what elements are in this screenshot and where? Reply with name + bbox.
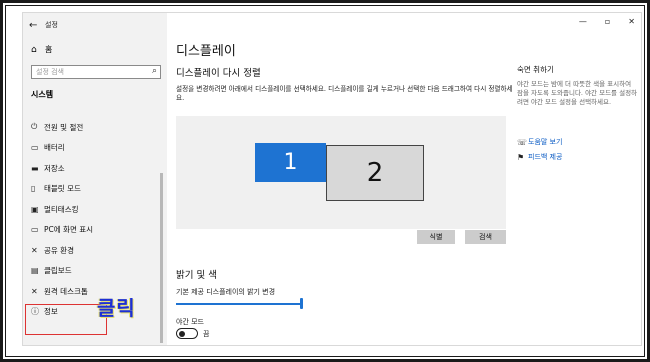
main-content: — ▫ ✕ 디스플레이 디스플레이 다시 정렬 설정을 변경하려면 아래에서 디… (167, 13, 643, 345)
sidebar-item-label: 클립보드 (44, 266, 72, 276)
related-title: 숙면 취하기 (517, 65, 554, 74)
sidebar: ← 설정 ⌂ 홈 설정 검색 ⌕ 시스템 ⏻ 전원 및 절전 ▭ 배터리 ▬ 저… (23, 13, 167, 345)
related-description: 야간 모드는 밤에 더 따뜻한 색을 표시하여 잠을 자도록 도와줍니다. 야간… (517, 80, 638, 107)
projecting-icon: ▭ (31, 225, 39, 235)
remote-desktop-icon: ✕ (31, 286, 38, 296)
sidebar-item-shared[interactable]: ✕ 공유 환경 (31, 240, 161, 261)
night-light-toggle[interactable] (176, 328, 198, 339)
sidebar-scrollbar[interactable] (160, 173, 163, 343)
sidebar-item-storage[interactable]: ▬ 저장소 (31, 158, 161, 179)
close-icon[interactable]: ✕ (628, 17, 635, 26)
settings-window: ← 설정 ⌂ 홈 설정 검색 ⌕ 시스템 ⏻ 전원 및 절전 ▭ 배터리 ▬ 저… (22, 12, 642, 346)
search-placeholder: 설정 검색 (36, 68, 64, 76)
multitasking-icon: ▣ (31, 204, 39, 214)
sidebar-item-label: 공유 환경 (44, 245, 74, 255)
sidebar-item-power[interactable]: ⏻ 전원 및 절전 (31, 117, 161, 138)
nav-list: ⏻ 전원 및 절전 ▭ 배터리 ▬ 저장소 ▯ 태블릿 모드 ▣ 멀티태스킹 ▭… (31, 117, 161, 322)
feedback-icon: ⚑ (517, 152, 525, 162)
sidebar-item-label: 저장소 (44, 163, 65, 173)
detect-button[interactable]: 검색 (465, 230, 506, 244)
titlebar: ← 설정 (29, 18, 58, 32)
brightness-label: 기본 제공 디스플레이의 밝기 변경 (176, 288, 276, 296)
sidebar-item-tablet[interactable]: ▯ 태블릿 모드 (31, 179, 161, 200)
maximize-icon[interactable]: ▫ (605, 17, 610, 26)
rearrange-description: 설정을 변경하려면 아래에서 디스플레이를 선택하세요. 디스플레이를 길게 누… (176, 85, 513, 103)
monitor-1[interactable]: 1 (255, 143, 326, 182)
window-title: 설정 (45, 21, 58, 29)
brightness-slider-thumb[interactable] (300, 298, 303, 309)
sidebar-item-label: 멀티태스킹 (44, 204, 79, 214)
sidebar-item-label: 전원 및 절전 (44, 122, 84, 132)
sidebar-item-label: 태블릿 모드 (44, 184, 81, 194)
clipboard-icon: ▤ (31, 266, 39, 276)
sidebar-item-clipboard[interactable]: ▤ 클립보드 (31, 261, 161, 282)
minimize-icon[interactable]: — (579, 17, 587, 26)
night-light-state: 끔 (203, 330, 210, 338)
toggle-knob (179, 330, 185, 337)
sidebar-item-label: PC에 화면 표시 (44, 225, 94, 235)
tablet-icon: ▯ (31, 184, 36, 194)
related-panel: 숙면 취하기 야간 모드는 밤에 더 따뜻한 색을 표시하여 잠을 자도록 도와… (517, 64, 639, 108)
annotation-highlight-box (25, 304, 107, 335)
brightness-section-title: 밝기 및 색 (176, 270, 217, 281)
search-icon: ⌕ (151, 66, 157, 76)
feedback-link[interactable]: ⚑ 피드백 제공 (517, 152, 562, 162)
battery-icon: ▭ (31, 143, 39, 153)
storage-icon: ▬ (31, 163, 39, 173)
back-arrow-icon[interactable]: ← (29, 20, 45, 31)
monitor-2[interactable]: 2 (326, 145, 424, 201)
annotation-click-label: 클릭 (97, 296, 136, 320)
section-title: 시스템 (31, 90, 54, 99)
sidebar-item-label: 배터리 (44, 143, 65, 153)
shared-experiences-icon: ✕ (31, 245, 38, 255)
help-label: 도움말 보기 (528, 138, 563, 146)
sidebar-item-projecting[interactable]: ▭ PC에 화면 표시 (31, 220, 161, 241)
sidebar-item-label: 원격 데스크톱 (44, 286, 88, 296)
home-label: 홈 (45, 45, 53, 54)
rearrange-title: 디스플레이 다시 정렬 (176, 68, 261, 79)
home-icon: ⌂ (31, 44, 37, 55)
help-icon: ☏ (517, 137, 528, 147)
page-title: 디스플레이 (176, 44, 236, 59)
display-arrangement-area: 1 2 (176, 116, 506, 229)
window-controls: — ▫ ✕ (579, 17, 635, 26)
identify-button[interactable]: 식별 (417, 230, 455, 244)
night-light-label: 야간 모드 (176, 318, 204, 326)
sidebar-item-remote-desktop[interactable]: ✕ 원격 데스크톱 (31, 281, 161, 302)
help-link[interactable]: ☏ 도움말 보기 (517, 137, 562, 147)
sidebar-item-multitasking[interactable]: ▣ 멀티태스킹 (31, 199, 161, 220)
sidebar-item-battery[interactable]: ▭ 배터리 (31, 138, 161, 159)
power-icon: ⏻ (31, 122, 38, 132)
feedback-label: 피드백 제공 (528, 153, 563, 161)
home-link[interactable]: ⌂ 홈 (31, 44, 52, 55)
brightness-slider-track[interactable] (176, 303, 302, 305)
search-input[interactable]: 설정 검색 ⌕ (31, 65, 161, 79)
